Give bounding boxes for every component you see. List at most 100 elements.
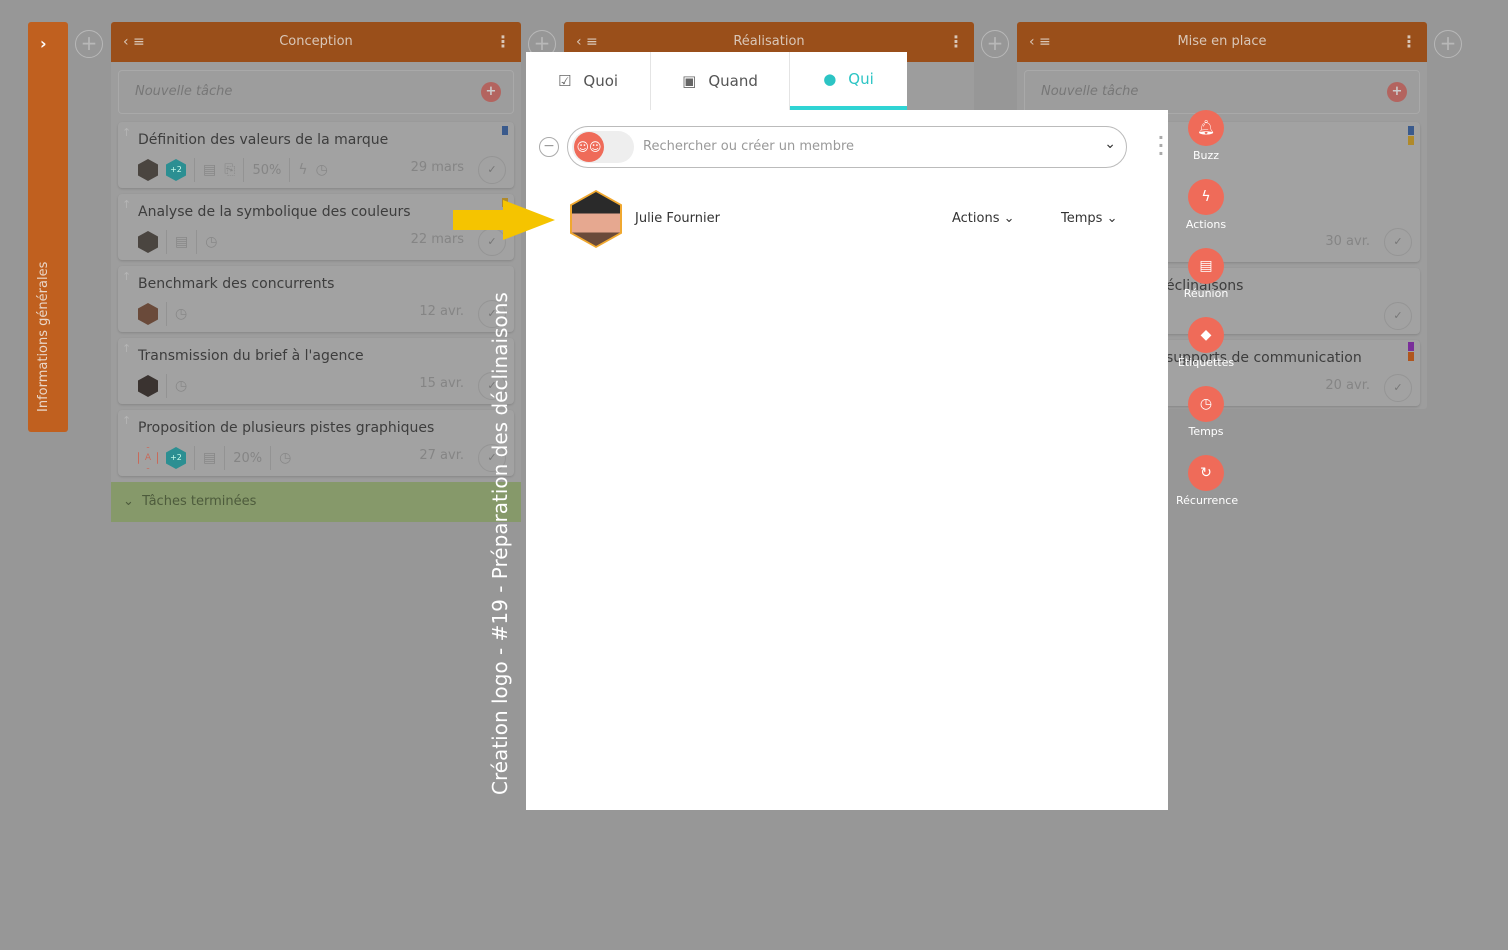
column-header: ‹ ≡ Mise en place ⋮ [1017,22,1427,62]
priority-arrow-icon[interactable]: ↑ [122,414,131,427]
priority-arrow-icon[interactable]: ↑ [122,126,131,139]
label-flag [1408,136,1414,145]
priority-arrow-icon[interactable]: ↑ [122,270,131,283]
tab-label: Qui [848,70,874,88]
avatar [138,231,158,253]
avatar [138,375,158,397]
tab-quand[interactable]: ▣ Quand [651,52,790,110]
add-column-button[interactable]: + [981,30,1009,58]
sync-icon: ↻ [1188,455,1224,491]
collapse-sort-icons[interactable]: ‹ ≡ [123,22,145,62]
complete-checkbox[interactable]: ✓ [1384,302,1412,330]
chevron-right-icon[interactable]: › [40,34,47,53]
quick-action-buzz[interactable]: 🔔︎ Buzz [1176,110,1236,162]
complete-checkbox[interactable]: ✓ [1384,374,1412,402]
member-search-input[interactable]: ☺☺ Rechercher ou créer un membre ⌄ [567,126,1127,168]
complete-checkbox[interactable]: ✓ [1384,228,1412,256]
due-date: 12 avr. [419,304,464,319]
search-placeholder: Rechercher ou créer un membre [643,139,855,154]
column-title: Mise en place [1177,34,1267,49]
kebab-menu-icon[interactable]: ⋮ [495,22,511,62]
tab-qui[interactable]: ● Qui [790,52,907,110]
kebab-menu-icon[interactable]: ⋮ [948,22,964,62]
task-title: Transmission du brief à l'agence [138,348,364,364]
quick-action-label: Réunion [1183,287,1229,300]
arrow-pointer-icon [453,200,555,240]
comment-icon: ▤ [203,450,217,466]
avatar-letter: A [138,447,158,469]
add-column-button[interactable]: + [75,30,103,58]
complete-checkbox[interactable]: ✓ [478,156,506,184]
quick-action-temps[interactable]: ◷ Temps [1176,386,1236,438]
collapse-sort-icons[interactable]: ‹ ≡ [1029,22,1051,62]
extra-members-badge: +2 [166,159,186,181]
tab-quoi[interactable]: ☑ Quoi [526,52,651,110]
column-title: Réalisation [733,34,805,49]
attachment-icon: ⎘ [224,162,236,178]
calendar-icon: ▣ [682,72,697,90]
extra-members-badge: +2 [166,447,186,469]
clock-icon: ◷ [175,378,188,394]
label-flag [1408,342,1414,351]
due-date: 15 avr. [419,376,464,391]
dragged-task-title[interactable]: Création logo - #19 - Préparation des dé… [488,292,512,795]
tab-label: Quoi [583,72,619,90]
actions-dropdown[interactable]: Actions ⌄ [952,211,1015,226]
chevron-down-icon: ⌄ [1003,211,1015,226]
bolt-icon: ϟ [1188,179,1224,215]
quick-action-label: Temps [1188,425,1224,438]
kebab-menu-icon[interactable]: ⋮ [1401,22,1417,62]
bolt-icon: ϟ [298,162,308,178]
team-toggle[interactable]: ☺☺ [572,131,634,163]
task-title: Définition des valeurs de la marque [138,132,389,148]
column-conception: ‹ ≡ Conception ⋮ Nouvelle tâche + ↑ Défin… [111,22,521,522]
kebab-menu-icon[interactable]: · · · [1158,130,1164,162]
due-date: 20 avr. [1325,378,1370,393]
task-card[interactable]: ↑ Définition des valeurs de la marque +2… [118,122,514,188]
column-header: ‹ ≡ Conception ⋮ [111,22,521,62]
member-avatar [570,190,622,248]
sidebar-general-info[interactable]: › Informations générales [28,22,68,432]
column-title: Conception [279,34,353,49]
priority-arrow-icon[interactable]: ↑ [122,198,131,211]
clipboard-check-icon: ☑ [557,72,572,90]
clock-icon: ◷ [175,306,188,322]
chevron-down-icon[interactable]: ⌄ [1104,136,1116,152]
task-card[interactable]: ↑ Transmission du brief à l'agence ◷ 15 … [118,338,514,404]
due-date: 27 avr. [419,448,464,463]
comment-icon: ▤ [203,162,217,178]
remove-icon[interactable]: − [539,137,559,157]
quick-action-actions[interactable]: ϟ Actions [1176,179,1236,231]
clock-icon: ◷ [279,450,292,466]
task-title: Proposition de plusieurs pistes graphiqu… [138,420,435,436]
task-card[interactable]: ↑ Benchmark des concurrents ◷ 12 avr. ✓ [118,266,514,332]
quick-action-reunion[interactable]: ▤ Réunion [1176,248,1236,300]
clock-icon: ◷ [315,162,328,178]
tag-icon: ◆ [1188,317,1224,353]
calendar-icon: ▤ [1188,248,1224,284]
add-task-icon[interactable]: + [481,82,501,102]
quick-action-etiquettes[interactable]: ◆ Étiquettes [1176,317,1236,369]
priority-arrow-icon[interactable]: ↑ [122,342,131,355]
user-circle-icon: ● [823,70,837,88]
sidebar-label: Informations générales [36,261,51,412]
clock-icon: ◷ [205,234,218,250]
new-task-input[interactable]: Nouvelle tâche + [118,70,514,114]
quick-action-recurrence[interactable]: ↻ Récurrence [1176,455,1239,507]
actions-label: Actions [952,211,1000,226]
member-row: Julie Fournier Actions ⌄ Temps ⌄ [570,190,1130,250]
add-column-button[interactable]: + [1434,30,1462,58]
time-dropdown[interactable]: Temps ⌄ [1061,211,1117,226]
users-icon: ☺☺ [574,132,604,162]
quick-action-label: Actions [1185,218,1227,231]
tab-label: Quand [708,72,758,90]
progress: 50% [252,162,282,178]
label-flag [1408,126,1414,135]
quick-action-label: Récurrence [1176,494,1239,507]
completed-tasks-toggle[interactable]: ⌄ Tâches terminées [111,482,521,522]
new-task-placeholder: Nouvelle tâche [1041,84,1139,99]
member-name: Julie Fournier [635,211,720,226]
new-task-input[interactable]: Nouvelle tâche + [1024,70,1420,114]
add-task-icon[interactable]: + [1387,82,1407,102]
task-card[interactable]: ↑ Proposition de plusieurs pistes graphi… [118,410,514,476]
